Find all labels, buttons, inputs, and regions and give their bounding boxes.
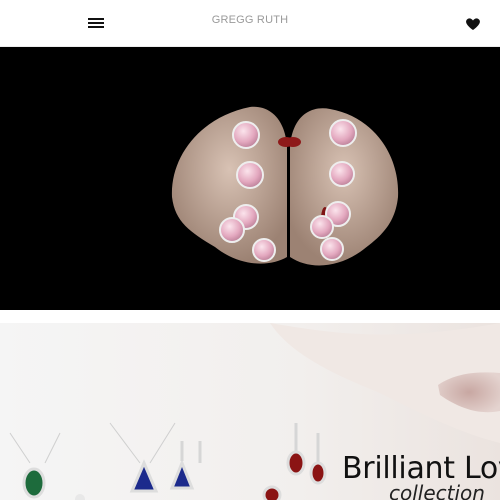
collection-banner[interactable]: Brilliant Lov collection <box>0 323 500 500</box>
hero-image[interactable] <box>0 47 500 310</box>
menu-bar <box>88 26 104 28</box>
brand-logo[interactable]: GREGG RUTH <box>0 14 500 26</box>
banner-subtitle: collection <box>389 481 485 500</box>
top-header: GREGG RUTH <box>0 0 500 47</box>
heart-icon[interactable] <box>462 12 484 34</box>
emerald-pendant <box>22 467 46 499</box>
section-gap <box>0 310 500 323</box>
ruby-earring <box>286 450 306 476</box>
